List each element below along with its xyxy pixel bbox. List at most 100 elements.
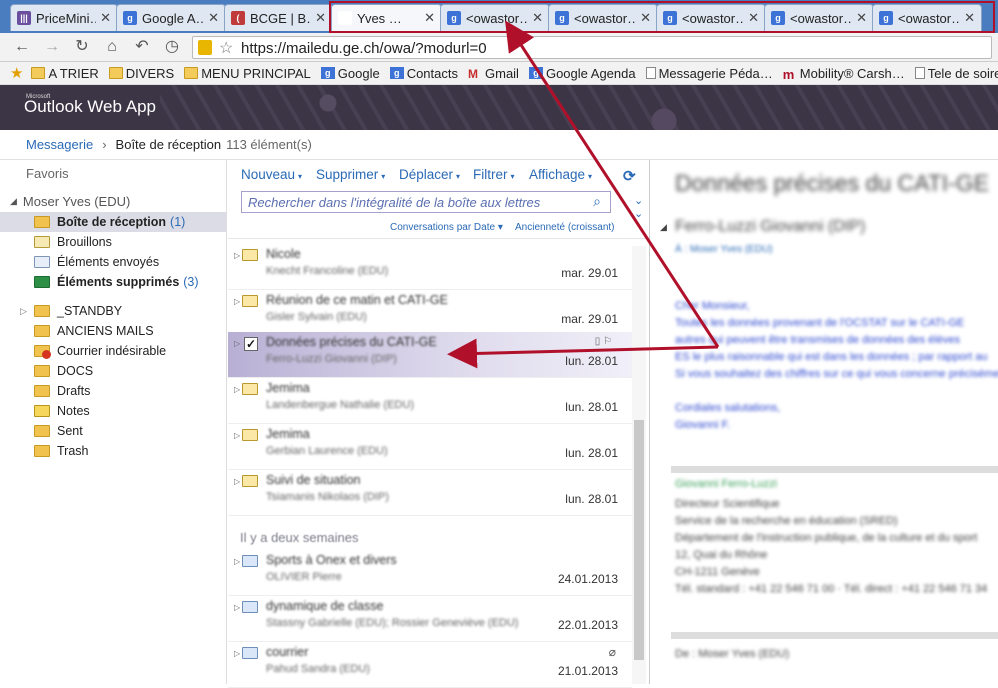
bookmark-item[interactable]: g Contacts (389, 65, 458, 81)
close-tab-icon[interactable]: ✕ (748, 10, 759, 26)
browser-tab[interactable]: g <owastor… ✕ (872, 4, 982, 31)
address-bar[interactable]: ☆ https://mailedu.ge.ch/owa/?modurl=0 (192, 36, 992, 59)
message-row[interactable]: ▷ Jemima Landenbergue Nathalie (EDU) lun. 2… (228, 378, 632, 424)
bookmarks-bar: ★ A TRIER DIVERS MENU PRINCIPAL g Google g Con… (0, 62, 998, 85)
close-tab-icon[interactable]: ✕ (100, 10, 111, 26)
expand-search-chevron-icon[interactable]: ⌄ ⌄ (634, 194, 643, 220)
expand-conversation-icon[interactable]: ▷ (234, 431, 240, 440)
message-sender: Gerbian Laurence (EDU) (266, 445, 388, 457)
folder-item[interactable]: Courrier indésirable (0, 341, 226, 361)
scrollbar-thumb[interactable] (634, 420, 644, 660)
conversation-collapse-icon[interactable]: ◢ (660, 222, 667, 233)
signature-line: Tél. standard : +41 22 546 71 00 · Tél. … (675, 583, 988, 595)
message-row[interactable]: ▷ Suivi de situation Tsiamanis Nikolaos (D… (228, 470, 632, 516)
forward-icon[interactable]: → (42, 37, 62, 57)
collapse-triangle-icon[interactable]: ◢ (10, 196, 17, 207)
command-1[interactable]: Supprimer ▾ (316, 167, 385, 182)
expand-conversation-icon[interactable]: ▷ (234, 297, 240, 306)
folder-label: ANCIENS MAILS (57, 324, 154, 338)
bookmark-item[interactable]: M Gmail (468, 66, 519, 82)
expand-conversation-icon[interactable]: ▷ (234, 385, 240, 394)
message-row[interactable]: ▷ ✓ ▯ ⚐ Données précises du CATI-GE Ferro-Lu… (228, 332, 632, 378)
browser-tab[interactable]: Yves … ✕ (331, 4, 442, 31)
command-4[interactable]: Affichage ▾ (529, 167, 592, 182)
bookmark-item[interactable]: g Google (320, 66, 380, 81)
message-checkbox[interactable]: ✓ (244, 337, 258, 351)
search-input[interactable]: Rechercher dans l'intégralité de la boît… (241, 191, 611, 213)
folder-item[interactable]: ANCIENS MAILS (0, 321, 226, 341)
close-tab-icon[interactable]: ✕ (856, 10, 867, 26)
expand-conversation-icon[interactable]: ▷ (234, 649, 240, 658)
browser-tab[interactable]: g <owastor… ✕ (440, 4, 550, 31)
folder-item[interactable]: ▷ _STANDBY (0, 301, 226, 321)
bookmark-item[interactable]: MENU PRINCIPAL (184, 66, 311, 81)
message-recipients[interactable]: À : Moser Yves (EDU) (675, 244, 773, 255)
command-2[interactable]: Déplacer ▾ (399, 167, 460, 182)
command-0[interactable]: Nouveau ▾ (241, 167, 302, 182)
tab-title: <owastor… (682, 10, 745, 26)
folder-item[interactable]: Sent (0, 421, 226, 441)
reload-icon[interactable]: ↻ (72, 37, 92, 57)
command-3[interactable]: Filtrer ▾ (473, 167, 515, 182)
browser-tab[interactable]: ||| PriceMini… ✕ (10, 4, 118, 31)
folder-item[interactable]: Éléments supprimés (3) (0, 272, 226, 292)
bookmark-item[interactable]: DIVERS (108, 66, 174, 81)
close-tab-icon[interactable]: ✕ (640, 10, 651, 26)
folder-item[interactable]: Brouillons (0, 232, 226, 252)
folder-item[interactable]: DOCS (0, 361, 226, 381)
history-clock-icon[interactable]: ◷ (162, 37, 182, 57)
expand-conversation-icon[interactable]: ▷ (234, 339, 240, 348)
folder-item[interactable]: Notes (0, 401, 226, 421)
close-tab-icon[interactable]: ✕ (424, 10, 435, 26)
refresh-icon[interactable]: ⟳ (623, 167, 639, 185)
message-row[interactable]: ▷ Jemima Gerbian Laurence (EDU) lun. 28.01 (228, 424, 632, 470)
bookmark-label: Contacts (406, 65, 458, 81)
home-icon[interactable]: ⌂ (102, 37, 122, 57)
close-tab-icon[interactable]: ✕ (964, 10, 975, 26)
folder-name: Brouillons (57, 235, 112, 249)
message-title: Données précises du CATI-GE (675, 170, 990, 196)
url-text[interactable]: https://mailedu.ge.ch/owa/?modurl=0 (241, 40, 487, 57)
flag-icon[interactable]: ▯ ⚐ (595, 336, 612, 347)
expand-conversation-icon[interactable]: ▷ (234, 603, 240, 612)
message-row[interactable]: ▷ Réunion de ce matin et CATI-GE Gisler Sy… (228, 290, 632, 336)
bookmark-item[interactable]: A TRIER (31, 66, 99, 81)
browser-tab[interactable]: g <owastor… ✕ (548, 4, 658, 31)
browser-tab[interactable]: g <owastor… ✕ (764, 4, 874, 31)
message-body-line: autres qui peuvent être transmises de do… (675, 334, 960, 346)
message-row[interactable]: ▷ Nicole Knecht Francoline (EDU) mar. 29.01 (228, 244, 632, 290)
sort-order-toggle[interactable]: Ancienneté (croissant) (515, 222, 615, 233)
browser-tab[interactable]: g Google A… ✕ (116, 4, 226, 31)
folder-item[interactable]: Drafts (0, 381, 226, 401)
message-sender[interactable]: Ferro-Luzzi Giovanni (DIP) (675, 218, 865, 236)
browser-tab[interactable]: g <owastor… ✕ (656, 4, 766, 31)
breadcrumb-messagerie[interactable]: Messagerie (26, 137, 93, 152)
favorites-header[interactable]: Favoris (26, 166, 69, 181)
bookmark-item[interactable]: g Google Agenda (528, 66, 636, 81)
browser-tab[interactable]: (BCGE | B…✕ (224, 4, 333, 31)
undo-icon[interactable]: ↶ (132, 37, 152, 57)
bookmark-item[interactable]: Tele de soiree: Pr… (914, 66, 998, 81)
search-icon[interactable]: ⌕ (593, 193, 601, 210)
folder-item[interactable]: Boîte de réception (1) (0, 212, 226, 232)
back-icon[interactable]: ← (12, 37, 32, 57)
folder-item[interactable]: Éléments envoyés (0, 252, 226, 272)
message-row[interactable]: ▷ courrier Pahud Sandra (EDU) 21.01.2013 ⌀ (228, 642, 632, 688)
expand-conversation-icon[interactable]: ▷ (234, 557, 240, 566)
folder-item[interactable]: Trash (0, 441, 226, 461)
expand-triangle-icon[interactable]: ▷ (20, 306, 27, 317)
message-row[interactable]: ▷ Sports à Onex et divers OLIVIER Pierre 24… (228, 550, 632, 596)
close-tab-icon[interactable]: ✕ (315, 10, 326, 26)
bookmark-star-icon[interactable]: ☆ (219, 38, 233, 58)
bookmark-item[interactable]: Messagerie Péda… (645, 66, 773, 81)
expand-conversation-icon[interactable]: ▷ (234, 477, 240, 486)
bookmark-item[interactable]: m Mobility® Carsh… (783, 66, 905, 83)
folder-name: Notes (57, 404, 90, 418)
account-node[interactable]: ◢ Moser Yves (EDU) (10, 194, 130, 209)
message-row[interactable]: ▷ dynamique de classe Stassny Gabrielle (E… (228, 596, 632, 642)
close-tab-icon[interactable]: ✕ (532, 10, 543, 26)
apps-star-icon[interactable]: ★ (10, 64, 23, 82)
sort-by-dropdown[interactable]: Conversations par Date ▾ (390, 222, 503, 233)
close-tab-icon[interactable]: ✕ (208, 10, 219, 26)
expand-conversation-icon[interactable]: ▷ (234, 251, 240, 260)
